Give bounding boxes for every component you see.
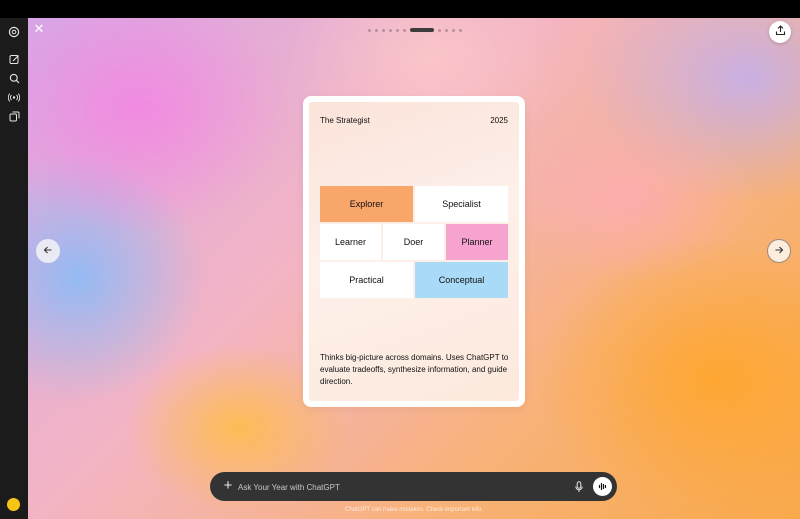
top-bar [0,0,800,18]
pagination-dot[interactable] [368,28,371,32]
library-icon[interactable] [7,109,21,123]
chat-composer: + [210,472,617,501]
archetype-grid: Explorer Specialist Learner Doer Planner… [320,186,508,300]
plus-icon[interactable]: + [220,478,236,494]
broadcast-icon[interactable] [7,90,21,104]
pagination-dot-active[interactable] [410,28,434,32]
pagination-dot[interactable] [445,28,448,32]
archetype-card: The Strategist 2025 Explorer Specialist … [303,96,525,407]
new-chat-icon[interactable] [7,52,21,66]
trait-planner: Planner [446,224,508,260]
trait-learner: Learner [320,224,381,260]
previous-card-button[interactable] [36,239,60,263]
trait-practical: Practical [320,262,413,298]
pagination-dot[interactable] [403,28,406,32]
search-icon[interactable] [7,71,21,85]
arrow-left-icon [43,242,53,260]
trait-conceptual: Conceptual [415,262,508,298]
sidebar [0,18,28,519]
pagination-dot[interactable] [389,28,392,32]
pagination-dot[interactable] [452,28,455,32]
chatgpt-logo-icon[interactable] [7,25,21,39]
share-icon [775,23,786,41]
chat-input[interactable] [238,479,568,495]
card-description: Thinks big-picture across domains. Uses … [320,353,509,386]
microphone-icon[interactable] [573,480,585,494]
pagination-dot[interactable] [382,28,385,32]
card-year: 2025 [490,116,508,125]
trait-specialist: Specialist [415,186,508,222]
carousel-pagination [368,28,462,32]
pagination-dot[interactable] [396,28,399,32]
next-card-button[interactable] [767,239,791,263]
trait-explorer: Explorer [320,186,413,222]
trait-doer: Doer [383,224,444,260]
pagination-dot[interactable] [438,28,441,32]
pagination-dot[interactable] [375,28,378,32]
pagination-dot[interactable] [459,28,462,32]
voice-mode-button[interactable] [593,477,612,496]
close-icon[interactable]: ✕ [33,22,45,35]
card-title: The Strategist [320,116,370,125]
card-body: The Strategist 2025 Explorer Specialist … [309,102,519,401]
avatar[interactable] [7,498,20,511]
share-button[interactable] [769,21,791,43]
year-in-review-stage: ✕ The Strategist 2025 Explorer Specialis… [28,18,800,519]
waveform-icon [598,478,608,496]
disclaimer: ChatGPT can make mistakes. Check importa… [345,507,483,513]
arrow-right-icon [774,242,784,260]
